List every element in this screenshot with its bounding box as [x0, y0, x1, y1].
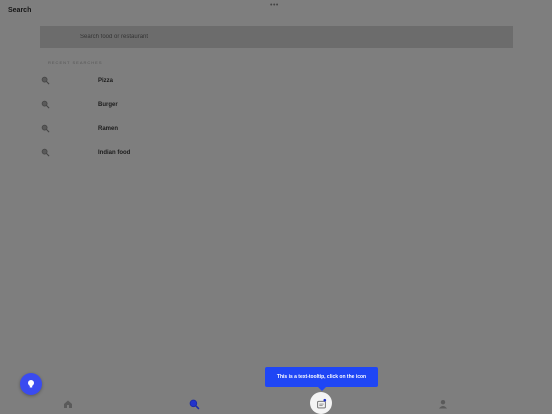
search-bar[interactable] [40, 26, 513, 48]
search-input[interactable] [80, 34, 380, 40]
recent-search-label: Pizza [98, 78, 114, 84]
orders-icon [316, 398, 326, 408]
recent-search-item[interactable]: Burger [40, 94, 513, 118]
recent-search-label: Burger [98, 102, 118, 108]
recent-search-item[interactable]: Ramen [40, 118, 513, 142]
recent-searches-list: Pizza Burger Ramen Indian food [40, 70, 513, 166]
search-icon [41, 76, 50, 85]
recent-search-label: Indian food [98, 150, 131, 156]
nav-home[interactable] [62, 398, 74, 410]
home-icon [64, 400, 72, 408]
recent-search-item[interactable]: Pizza [40, 70, 513, 94]
search-icon [41, 148, 50, 157]
nav-orders[interactable] [310, 392, 332, 414]
recent-search-label: Ramen [98, 126, 119, 132]
nav-profile[interactable] [437, 398, 449, 410]
more-dots-icon[interactable]: ••• [270, 2, 279, 9]
search-icon [41, 100, 50, 109]
text-tooltip: This is a text-tooltip, click on the ico… [265, 367, 378, 391]
search-icon [189, 399, 199, 409]
lightbulb-icon [28, 380, 34, 388]
recent-searches-label: RECENT SEARCHES [48, 60, 103, 65]
page-title: Search [8, 7, 32, 14]
recent-search-item[interactable]: Indian food [40, 142, 513, 166]
search-icon [41, 124, 50, 133]
nav-search[interactable] [188, 398, 200, 410]
profile-icon [439, 400, 447, 409]
bottom-nav [0, 392, 552, 414]
